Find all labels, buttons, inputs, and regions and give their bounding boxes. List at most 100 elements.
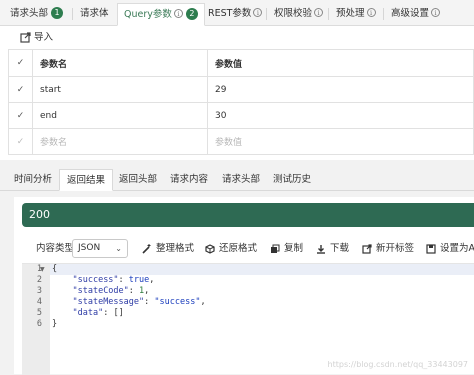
active-line-highlight — [50, 264, 474, 275]
tab-auth[interactable]: 权限校验 i — [274, 3, 324, 26]
external-link-icon — [362, 244, 372, 254]
content-type-select[interactable]: JSON ⌄ — [72, 239, 128, 258]
code-line: { — [52, 264, 57, 275]
param-name-input[interactable]: 参数名 — [32, 128, 208, 155]
param-value-input[interactable]: 参数值 — [207, 128, 474, 155]
copy-label: 复制 — [284, 243, 304, 254]
tab-request-content[interactable]: 请求内容 — [170, 169, 208, 191]
download-button[interactable]: 下载 — [316, 237, 349, 261]
table-header-row: ✓ 参数名 参数值 — [8, 49, 474, 77]
restore-label: 还原格式 — [219, 243, 258, 254]
param-name-input[interactable]: start — [32, 76, 208, 103]
divider — [383, 8, 384, 20]
tab-request-body[interactable]: 请求体 — [80, 3, 109, 26]
info-icon: i — [314, 8, 324, 17]
check-icon: ✓ — [16, 84, 25, 95]
download-icon — [317, 245, 325, 254]
json-key: "stateCode" — [72, 286, 129, 296]
check-icon: ✓ — [16, 58, 25, 68]
format-label: 整理格式 — [156, 243, 195, 254]
json-value: "success" — [154, 297, 201, 307]
json-value: true — [128, 275, 150, 285]
response-tabs: 时间分析 返回结果 返回头部 请求内容 请求头部 测试历史 — [0, 166, 474, 191]
code-line: "success": true, — [52, 275, 154, 286]
import-button[interactable]: 导入 — [20, 30, 53, 46]
row-checkbox[interactable]: ✓ — [8, 128, 33, 155]
column-header-name: 参数名 — [32, 49, 208, 77]
json-sep: : — [144, 297, 155, 307]
json-sep: : — [118, 275, 129, 285]
table-row: ✓ start 29 — [8, 76, 474, 103]
row-checkbox[interactable]: ✓ — [8, 102, 33, 129]
column-header-value: 参数值 — [207, 49, 474, 77]
query-params-table: ✓ 参数名 参数值 ✓ start 29 ✓ end 30 ✓ 参数名 参数值 — [8, 49, 474, 155]
set-as-button[interactable]: 设置为Al — [426, 237, 474, 261]
new-tab-label: 新开标签 — [376, 243, 415, 254]
tab-timing[interactable]: 时间分析 — [14, 169, 52, 191]
json-end: , — [200, 297, 206, 307]
tab-label: 请求体 — [80, 8, 109, 19]
new-tab-button[interactable]: 新开标签 — [362, 237, 414, 261]
tab-preprocess[interactable]: 预处理 i — [336, 3, 376, 26]
tab-rest-params[interactable]: REST参数 i — [208, 3, 263, 26]
select-all-checkbox[interactable]: ✓ — [8, 49, 33, 77]
json-end: , — [144, 286, 150, 296]
line-number: 4 — [36, 297, 42, 307]
import-icon — [20, 32, 31, 43]
param-value-input[interactable]: 30 — [207, 102, 474, 129]
info-icon: i — [253, 8, 263, 17]
tab-label: 高级设置 — [391, 8, 430, 19]
info-icon: i — [431, 8, 441, 17]
status-code-bar: 200 — [22, 203, 474, 227]
divider — [72, 8, 73, 20]
content-type-label: 内容类型 — [36, 243, 75, 254]
divider — [328, 8, 329, 20]
cube-icon — [205, 244, 215, 254]
json-sep: : — [103, 308, 114, 318]
tab-request-headers[interactable]: 请求头部 — [222, 169, 260, 191]
tab-advanced[interactable]: 高级设置 i — [391, 3, 441, 26]
count-badge: 1 — [51, 7, 64, 19]
row-checkbox[interactable]: ✓ — [8, 76, 33, 103]
check-icon: ✓ — [16, 136, 25, 147]
param-value-input[interactable]: 29 — [207, 76, 474, 103]
request-panel: 请求头部 1 请求体 Query参数 i 2 REST参数 i 权限校验 i 预处理 i 高… — [0, 0, 474, 160]
chevron-down-icon: ⌄ — [115, 244, 122, 253]
magic-wand-icon — [142, 244, 151, 254]
copy-button[interactable]: 复制 — [270, 237, 303, 261]
format-button[interactable]: 整理格式 — [142, 237, 194, 261]
tab-response-body[interactable]: 返回结果 — [59, 169, 114, 191]
response-panel: 200 内容类型 JSON ⌄ 整理格式 还原格式 复制 下载 新开标签 设置为… — [14, 197, 474, 375]
line-number: 3 — [36, 286, 42, 296]
code-text: { — [52, 264, 58, 274]
download-label: 下载 — [330, 243, 350, 254]
restore-format-button[interactable]: 还原格式 — [205, 237, 257, 261]
table-row-new: ✓ 参数名 参数值 — [8, 128, 474, 155]
code-line: "data": [] — [52, 308, 123, 319]
save-icon — [426, 244, 436, 254]
watermark: https://blog.csdn.net/qq_33443097 — [327, 360, 468, 369]
json-sep: : — [128, 286, 140, 296]
json-key: "data" — [72, 308, 104, 318]
code-text: } — [52, 319, 58, 329]
tab-label: 预处理 — [336, 8, 365, 19]
divider — [266, 8, 267, 20]
line-number: 2 — [36, 275, 42, 285]
json-end: , — [149, 275, 155, 285]
copy-icon — [271, 244, 280, 253]
json-editor[interactable]: 1 ▼ { 2 "success": true, 3 "stateCode": … — [22, 263, 474, 375]
fold-toggle-icon[interactable]: ▼ — [40, 264, 45, 275]
tab-query-params[interactable]: Query参数 i 2 — [117, 3, 205, 26]
tab-request-headers[interactable]: 请求头部 1 — [10, 3, 64, 26]
tab-test-history[interactable]: 测试历史 — [273, 169, 311, 191]
check-icon: ✓ — [16, 110, 25, 121]
json-key: "stateMessage" — [72, 297, 145, 307]
count-badge: 2 — [185, 8, 198, 20]
code-line: "stateMessage": "success", — [52, 297, 206, 308]
line-number: 5 — [36, 308, 42, 318]
tab-label: REST参数 — [208, 8, 252, 19]
code-line: "stateCode": 1, — [52, 286, 149, 297]
import-label: 导入 — [34, 32, 54, 43]
tab-response-headers[interactable]: 返回头部 — [119, 169, 157, 191]
param-name-input[interactable]: end — [32, 102, 208, 129]
